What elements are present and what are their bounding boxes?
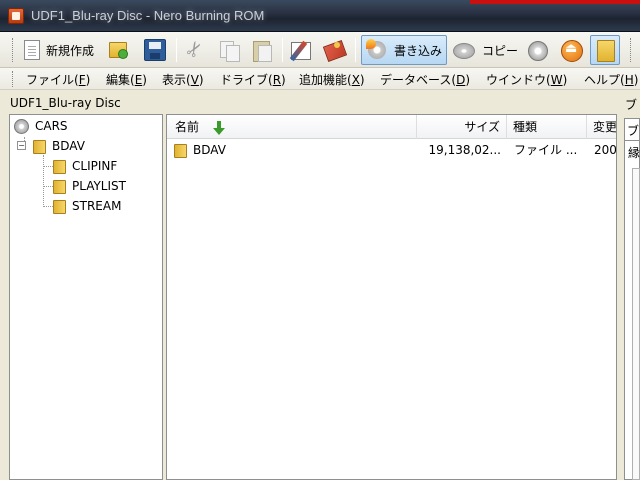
tree-expander-bdav[interactable]: − bbox=[17, 141, 26, 150]
folder-icon bbox=[52, 179, 66, 194]
toolbar-separator bbox=[355, 38, 356, 62]
burn-button-label: 書き込み bbox=[394, 43, 443, 58]
erase-disc-button[interactable] bbox=[322, 36, 346, 64]
copy-disc-label: コピー bbox=[482, 43, 519, 58]
browser-panel-label: 縁 bbox=[628, 146, 640, 160]
disc-icon bbox=[14, 118, 29, 134]
folder-tree[interactable]: CARS − BDAV CLIPINF PLAYLIST STREAM bbox=[9, 114, 163, 480]
tree-item-label: CARS bbox=[35, 119, 68, 133]
toolbar: 新規作成 書き込み コピ bbox=[0, 32, 640, 68]
save-button[interactable] bbox=[144, 36, 166, 64]
title-bar-accent bbox=[470, 0, 640, 4]
disc-info-icon bbox=[526, 39, 548, 61]
tree-item-clipinf[interactable]: CLIPINF bbox=[52, 157, 117, 175]
toolbar-grip[interactable] bbox=[12, 38, 14, 62]
list-header: 名前 サイズ 種類 変更 bbox=[167, 115, 617, 139]
new-button[interactable]: 新規作成 bbox=[22, 36, 94, 64]
toolbar-separator bbox=[282, 38, 283, 62]
column-header-size[interactable]: サイズ bbox=[417, 115, 507, 139]
folder-icon bbox=[32, 139, 46, 154]
browser-pane: ブ 縁 bbox=[620, 114, 640, 480]
folder-icon bbox=[173, 143, 187, 158]
column-header-type-label: 種類 bbox=[513, 120, 538, 134]
table-row[interactable]: BDAV 19,138,02... ファイル ... 2009 bbox=[167, 140, 617, 160]
tree-item-stream[interactable]: STREAM bbox=[52, 197, 121, 215]
eject-icon bbox=[560, 39, 583, 62]
menu-drive[interactable]: ドライブ(R) bbox=[220, 71, 286, 88]
file-list[interactable]: 名前 サイズ 種類 変更 BDAV 19,138,02... ファイル ... … bbox=[166, 114, 617, 480]
column-header-size-label: サイズ bbox=[464, 120, 500, 134]
menu-view[interactable]: 表示(V) bbox=[162, 71, 204, 88]
browser-title: ブ bbox=[625, 98, 638, 112]
tree-line bbox=[43, 155, 44, 207]
row-type: ファイル ... bbox=[514, 143, 578, 157]
column-header-name-label: 名前 bbox=[175, 120, 200, 134]
copy-button[interactable] bbox=[218, 36, 240, 64]
menu-extras[interactable]: 追加機能(X) bbox=[299, 71, 365, 88]
folder-icon bbox=[52, 159, 66, 174]
tree-item-bdav[interactable]: BDAV bbox=[32, 137, 85, 155]
erase-disc-icon bbox=[322, 39, 346, 61]
menu-file[interactable]: ファイル(F) bbox=[26, 71, 90, 88]
menu-edit[interactable]: 編集(E) bbox=[106, 71, 147, 88]
window-title: UDF1_Blu-ray Disc - Nero Burning ROM bbox=[31, 8, 265, 23]
tree-item-playlist[interactable]: PLAYLIST bbox=[52, 177, 126, 195]
disc-properties-button[interactable] bbox=[290, 36, 314, 64]
copy-disc-button[interactable]: コピー bbox=[452, 36, 518, 64]
disc-info-button[interactable] bbox=[526, 36, 548, 64]
menu-bar: ファイル(F) 編集(E) 表示(V) ドライブ(R) 追加機能(X) データベ… bbox=[0, 68, 640, 90]
menu-database[interactable]: データベース(D) bbox=[380, 71, 470, 88]
tree-item-label: CLIPINF bbox=[72, 159, 118, 173]
burn-icon bbox=[366, 39, 388, 61]
tree-item-cars[interactable]: CARS bbox=[14, 117, 68, 135]
row-modified: 2009 bbox=[594, 143, 617, 157]
sort-descending-icon bbox=[212, 120, 225, 135]
file-browser-button[interactable] bbox=[590, 35, 620, 65]
toolbar-grip-2[interactable] bbox=[630, 38, 632, 62]
new-button-label: 新規作成 bbox=[46, 43, 95, 58]
column-header-modified-label: 変更 bbox=[593, 120, 617, 134]
column-header-name[interactable]: 名前 bbox=[167, 115, 417, 139]
cut-icon bbox=[184, 39, 206, 61]
menu-window[interactable]: ウインドウ(W) bbox=[486, 71, 567, 88]
open-button[interactable] bbox=[108, 36, 130, 64]
nero-main-window: UDF1_Blu-ray Disc - Nero Burning ROM 新規作… bbox=[0, 0, 640, 480]
column-header-type[interactable]: 種類 bbox=[507, 115, 587, 139]
menu-help[interactable]: ヘルプ(H) bbox=[584, 71, 638, 88]
disc-properties-icon bbox=[290, 39, 314, 61]
save-icon bbox=[144, 39, 166, 61]
paste-button[interactable] bbox=[250, 36, 272, 64]
tree-item-label: PLAYLIST bbox=[72, 179, 126, 193]
open-icon bbox=[108, 39, 130, 61]
browser-panel-content[interactable] bbox=[632, 168, 640, 480]
title-bar[interactable]: UDF1_Blu-ray Disc - Nero Burning ROM bbox=[0, 0, 640, 32]
toolbar-separator bbox=[176, 38, 177, 62]
new-document-icon bbox=[24, 40, 40, 60]
paste-icon bbox=[250, 39, 272, 62]
nero-app-icon[interactable] bbox=[8, 8, 24, 24]
copy-disc-icon bbox=[452, 39, 475, 61]
column-header-modified[interactable]: 変更 bbox=[587, 115, 617, 139]
menu-bar-grip[interactable] bbox=[12, 71, 14, 87]
tree-item-label: BDAV bbox=[52, 139, 85, 153]
row-size: 19,138,02... bbox=[428, 143, 501, 157]
tree-item-label: STREAM bbox=[72, 199, 122, 213]
cut-button[interactable] bbox=[184, 36, 206, 64]
browser-tab[interactable]: ブ bbox=[624, 118, 640, 140]
eject-button[interactable] bbox=[560, 36, 583, 64]
burn-button[interactable]: 書き込み bbox=[361, 35, 448, 65]
row-name: BDAV bbox=[193, 143, 226, 157]
folder-icon bbox=[52, 199, 66, 214]
copy-icon bbox=[218, 39, 240, 62]
compilation-title: UDF1_Blu-ray Disc bbox=[10, 96, 121, 110]
folder-icon bbox=[594, 37, 616, 63]
